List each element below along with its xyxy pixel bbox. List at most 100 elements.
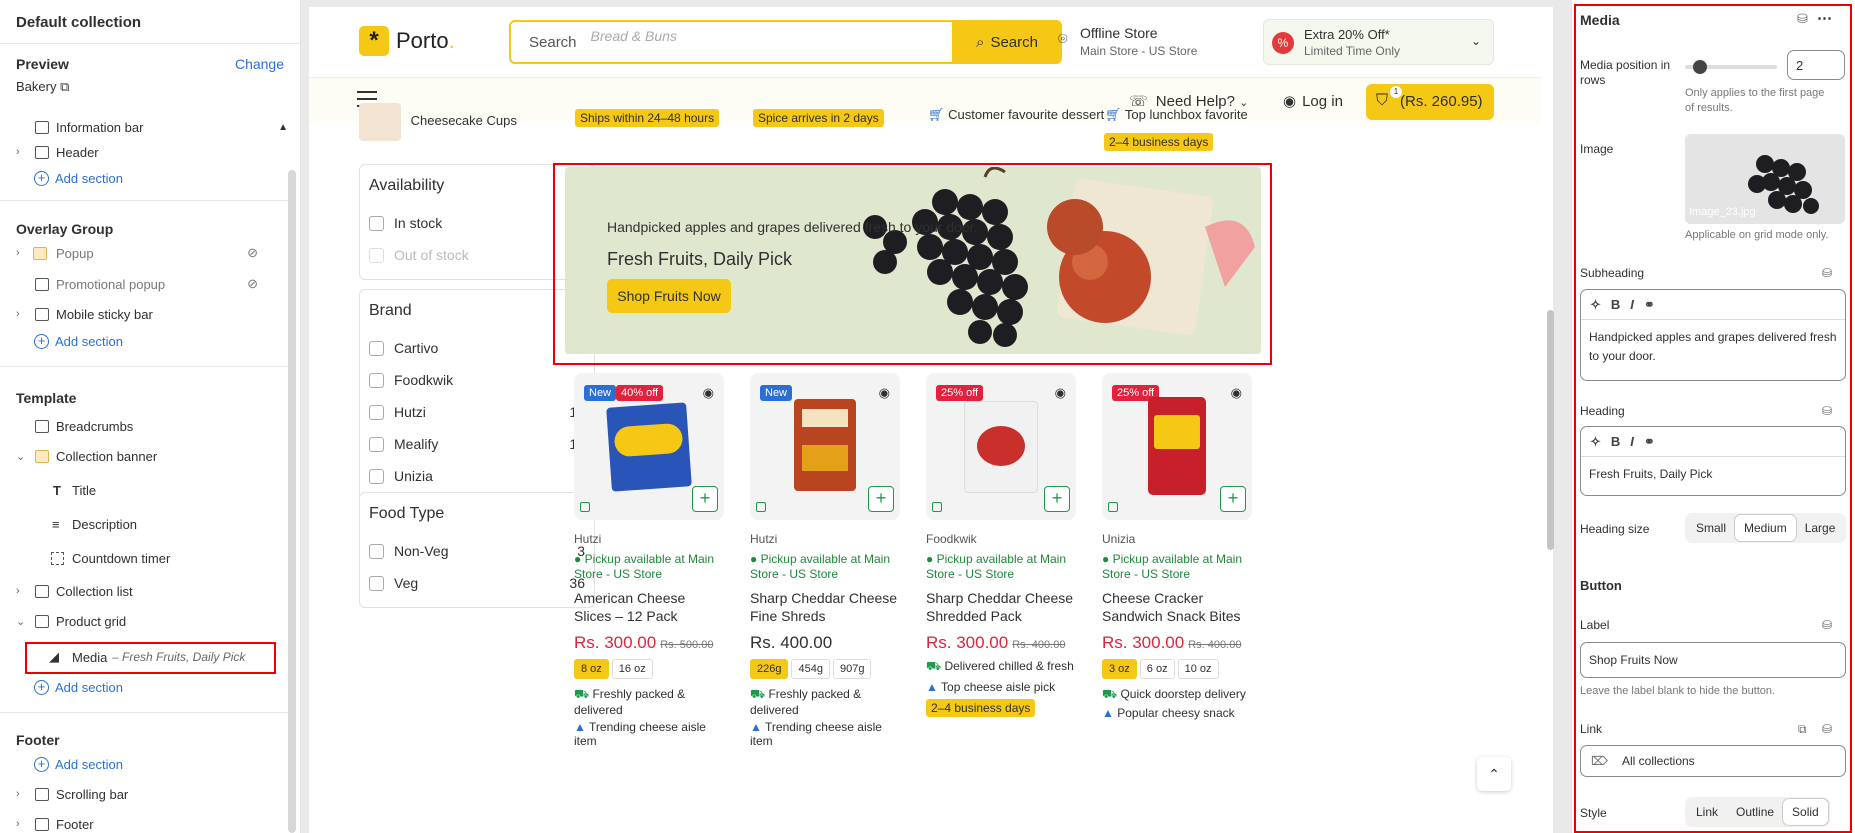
sidebar-item-product-grid[interactable]: ⌄ Product grid xyxy=(0,609,290,633)
add-section-label: Add section xyxy=(55,756,123,772)
note-label: Freshly packed & delivered xyxy=(574,687,686,717)
sidebar-item-promotional-popup[interactable]: Promotional popup ⊘ xyxy=(0,272,290,296)
sidebar-scrollbar[interactable] xyxy=(288,170,296,833)
product-image[interactable]: New ◉ + xyxy=(750,373,900,520)
store-name: Offline Store xyxy=(1080,25,1158,41)
filter-option[interactable]: Mealify12 xyxy=(360,428,594,460)
sidebar-item-header[interactable]: › Header xyxy=(0,140,290,164)
note-label: Quick doorstep delivery xyxy=(1120,687,1246,701)
product-name[interactable]: American Cheese Slices – 12 Pack xyxy=(574,589,724,625)
sidebar-item-footer[interactable]: › Footer xyxy=(0,812,290,833)
variant-chip[interactable]: 16 oz xyxy=(611,659,653,679)
product-card[interactable]: New 40% off ◉ + Hutzi ● Pickup available… xyxy=(574,373,724,748)
checkbox[interactable] xyxy=(369,543,384,559)
scroll-to-top-button[interactable]: ⌃ xyxy=(1477,757,1511,791)
sidebar-item-title[interactable]: T Title xyxy=(0,478,290,502)
checkbox[interactable] xyxy=(369,372,384,388)
add-section-button[interactable]: + Add section xyxy=(34,675,300,699)
sidebar-item-breadcrumbs[interactable]: Breadcrumbs xyxy=(0,414,290,438)
product-image[interactable]: 25% off ◉ + xyxy=(926,373,1076,520)
add-to-cart-button[interactable]: + xyxy=(692,486,718,512)
change-link[interactable]: Change xyxy=(235,56,284,72)
add-section-button[interactable]: + Add section xyxy=(34,329,300,353)
filter-option[interactable]: Veg 36 xyxy=(360,567,594,599)
promo-dropdown[interactable]: % Extra 20% Off* Limited Time Only ⌄ xyxy=(1263,19,1494,65)
variant-chip[interactable]: 907g xyxy=(832,659,872,679)
sidebar-item-countdown-timer[interactable]: Countdown timer xyxy=(0,546,290,570)
external-link-icon[interactable]: ⧉ xyxy=(60,79,69,94)
product-image[interactable]: New 40% off ◉ + xyxy=(574,373,724,520)
filter-option[interactable]: Foodkwik5 xyxy=(360,364,594,396)
checkbox[interactable] xyxy=(369,215,384,231)
chevron-right-icon[interactable]: › xyxy=(16,146,20,158)
checkbox[interactable] xyxy=(369,468,384,484)
eye-icon[interactable]: ◉ xyxy=(879,385,890,401)
preview-scrollbar[interactable] xyxy=(1547,310,1554,550)
chevron-down-icon[interactable]: ⌄ xyxy=(16,615,25,628)
add-section-button[interactable]: + Add section xyxy=(34,752,300,776)
login-link[interactable]: ◉ Log in xyxy=(1283,92,1343,110)
cart-button[interactable]: ⛉ 1 (Rs. 260.95) xyxy=(1366,84,1494,120)
promo-title: Extra 20% Off* xyxy=(1304,27,1390,42)
eye-icon[interactable]: ◉ xyxy=(1231,385,1242,401)
hidden-eye-icon[interactable]: ⊘ xyxy=(247,245,258,261)
product-name[interactable]: Cheese Cracker Sandwich Snack Bites xyxy=(1102,589,1252,625)
chevron-right-icon[interactable]: › xyxy=(16,247,20,259)
filter-option[interactable]: Unizia8 xyxy=(360,460,594,492)
search-input[interactable]: Search Bread & Buns ⌕ Search xyxy=(509,20,1062,64)
chevron-down-icon[interactable]: ⌄ xyxy=(16,450,25,463)
collapse-up-icon[interactable]: ▲ xyxy=(278,122,288,133)
product-image[interactable]: 25% off ◉ + xyxy=(1102,373,1252,520)
store-logo[interactable]: * Porto. xyxy=(359,26,455,56)
store-selector[interactable]: ⌾ Offline Store Main Store - US Store xyxy=(1058,25,1197,58)
sidebar-item-mobile-sticky-bar[interactable]: › Mobile sticky bar xyxy=(0,302,290,326)
timer-block-icon xyxy=(51,551,64,565)
hidden-eye-icon[interactable]: ⊘ xyxy=(247,276,258,292)
variant-chip[interactable]: 6 oz xyxy=(1139,659,1175,679)
eye-icon[interactable]: ◉ xyxy=(1055,385,1066,401)
variant-chip[interactable]: 10 oz xyxy=(1177,659,1219,679)
add-section-label: Add section xyxy=(55,679,123,695)
add-to-cart-button[interactable]: + xyxy=(1220,486,1246,512)
sidebar-item-collection-banner[interactable]: ⌄ Collection banner xyxy=(0,444,290,468)
sidebar-item-media-selected[interactable]: ◢ Media – Fresh Fruits, Daily Pick xyxy=(25,642,276,674)
product-name[interactable]: Sharp Cheddar Cheese Shredded Pack xyxy=(926,589,1076,625)
option-label: Unizia xyxy=(394,468,433,484)
preview-block: Preview Change Bakery ⧉ xyxy=(0,44,300,95)
chevron-right-icon[interactable]: › xyxy=(16,585,20,597)
sidebar-item-description[interactable]: ≡ Description xyxy=(0,512,290,536)
cart-total: (Rs. 260.95) xyxy=(1400,93,1483,110)
product-name[interactable]: Sharp Cheddar Cheese Fine Shreds xyxy=(750,589,900,625)
sidebar-item-information-bar[interactable]: Information bar ▲ xyxy=(0,115,290,139)
variant-chip[interactable]: 226g xyxy=(750,659,789,679)
product-card[interactable]: 25% off ◉ + Foodkwik ● Pickup available … xyxy=(926,373,1076,717)
filter-title[interactable]: Food Type xyxy=(360,493,594,535)
filter-option[interactable]: Non-Veg 3 xyxy=(360,535,594,567)
cart-icon: ▲ xyxy=(926,680,938,694)
product-card[interactable]: 25% off ◉ + Unizia ● Pickup available at… xyxy=(1102,373,1252,720)
add-to-cart-button[interactable]: + xyxy=(868,486,894,512)
old-price: Rs. 400.00 xyxy=(1188,639,1242,651)
add-to-cart-button[interactable]: + xyxy=(1044,486,1070,512)
variant-chip[interactable]: 454g xyxy=(791,659,830,679)
sidebar-item-collection-list[interactable]: › Collection list xyxy=(0,579,290,603)
chevron-right-icon[interactable]: › xyxy=(16,818,20,830)
section-icon xyxy=(35,584,49,598)
sidebar-item-scrolling-bar[interactable]: › Scrolling bar xyxy=(0,782,290,806)
add-section-button[interactable]: + Add section xyxy=(34,166,300,190)
chevron-right-icon[interactable]: › xyxy=(16,308,20,320)
chevron-right-icon[interactable]: › xyxy=(16,788,20,800)
checkbox[interactable] xyxy=(369,575,384,591)
product-note: ⛟ Quick doorstep delivery xyxy=(1102,687,1252,703)
eye-icon[interactable]: ◉ xyxy=(703,385,714,401)
checkbox[interactable] xyxy=(369,404,384,420)
variant-chip[interactable]: 3 oz xyxy=(1102,659,1137,679)
list-item[interactable]: Cheesecake Cups xyxy=(359,103,517,141)
search-button[interactable]: ⌕ Search xyxy=(952,20,1062,64)
product-card[interactable]: New ◉ + Hutzi ● Pickup available at Main… xyxy=(750,373,900,748)
checkbox[interactable] xyxy=(369,436,384,452)
filter-option[interactable]: Hutzi13 xyxy=(360,396,594,428)
sidebar-item-popup[interactable]: › Popup ⊘ xyxy=(0,241,290,265)
variant-chip[interactable]: 8 oz xyxy=(574,659,609,679)
checkbox[interactable] xyxy=(369,340,384,356)
